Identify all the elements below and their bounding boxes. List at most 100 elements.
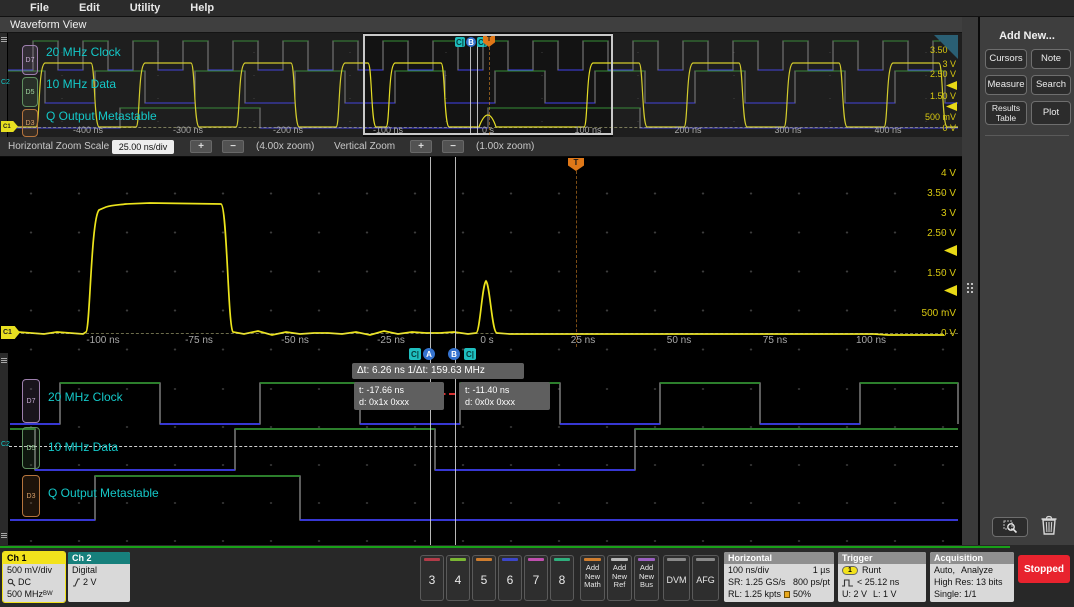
cursor-a-time: t: -17.66 ns <box>359 385 405 395</box>
ch2-threshold-row: 2 V <box>68 576 130 588</box>
cursor-chip[interactable]: C| <box>409 348 421 360</box>
h-zoom-minus-button[interactable]: − <box>222 140 244 153</box>
overview-d3-badge[interactable]: D3 <box>22 109 38 137</box>
horizontal-window: 1 µs <box>812 565 830 575</box>
acquisition-badge[interactable]: Acquisition Auto, Analyze High Res: 13 b… <box>930 552 1014 602</box>
note-button[interactable]: Note <box>1031 49 1071 69</box>
plot-button[interactable]: Plot <box>1031 101 1071 125</box>
menu-file[interactable]: File <box>30 2 49 14</box>
d3-badge[interactable]: D3 <box>22 475 40 517</box>
cursor-b-chip[interactable]: B <box>448 348 460 360</box>
trigger-condition: < 25.12 ns <box>857 577 900 587</box>
probe-icon <box>7 578 16 586</box>
afg-button[interactable]: AFG <box>692 555 719 601</box>
dvm-stripe <box>667 558 686 561</box>
ch1-waveform <box>7 202 944 336</box>
overview-cursor-b-chip[interactable]: B <box>466 37 476 47</box>
cursor-delta-readout: Δt: 6.26 ns 1/Δt: 159.63 MHz <box>352 363 524 379</box>
bandwidth-suffix: BW <box>43 591 53 597</box>
overview-cursor-b-line[interactable] <box>477 39 478 135</box>
oscilloscope-screen: File Edit Utility Help Waveform View C| … <box>0 0 1074 607</box>
ch5-button[interactable]: 5 <box>472 555 496 601</box>
cursor-b-time: t: -11.40 ns <box>465 385 510 395</box>
overview-time-label: 200 ns <box>674 125 702 135</box>
stopped-button[interactable]: Stopped <box>1018 555 1070 583</box>
d5-badge[interactable]: D5 <box>22 427 40 469</box>
ch1-scale: 500 mV/div <box>7 565 53 575</box>
trash-icon <box>1041 515 1057 535</box>
overview-volt-label: 2.50 V <box>929 69 956 79</box>
overview-group-label: C2 <box>1 79 10 86</box>
position-flag-icon <box>784 590 791 598</box>
trigger-position-line <box>576 171 577 347</box>
acquisition-title: Acquisition <box>930 552 1014 564</box>
volt-label: 4 V <box>940 168 956 179</box>
ch6-label: 6 <box>506 573 514 587</box>
cursors-button[interactable]: Cursors <box>985 49 1027 69</box>
add-new-math-button[interactable]: Add New Math <box>580 555 605 601</box>
time-label: -25 ns <box>377 335 405 346</box>
clock-label: 20 MHz Clock <box>48 390 123 404</box>
overview-volt-label: 3 V <box>942 59 956 69</box>
overview-d7-badge[interactable]: D7 <box>22 45 38 75</box>
d7-badge[interactable]: D7 <box>22 379 40 423</box>
ch3-button[interactable]: 3 <box>420 555 444 601</box>
overview-volt-label: 500 mV <box>924 112 956 122</box>
ch1-badge[interactable]: Ch 1 500 mV/div DC 500 MHz BW <box>2 551 66 603</box>
ch1-bandwidth: 500 MHz <box>7 589 44 599</box>
horizontal-position: 50% <box>793 589 812 599</box>
ch6-button[interactable]: 6 <box>498 555 522 601</box>
ch8-button[interactable]: 8 <box>550 555 574 601</box>
waveform-view-tab[interactable]: Waveform View <box>10 17 962 33</box>
ch3-label: 3 <box>428 573 436 587</box>
zoom-toolbar: Horizontal Zoom Scale 25.00 ns/div + − (… <box>0 137 962 157</box>
ch4-button[interactable]: 4 <box>446 555 470 601</box>
runt-pulse-icon <box>842 578 853 587</box>
ch5-label: 5 <box>480 573 488 587</box>
zoom-mode-button[interactable] <box>992 517 1028 537</box>
panel-splitter[interactable] <box>962 17 978 545</box>
horizontal-scale: 100 ns/div <box>728 565 770 575</box>
horizontal-badge[interactable]: Horizontal 100 ns/div 1 µs SR: 1.25 GS/s… <box>724 552 834 602</box>
overview-cursor-chip[interactable]: C| <box>455 37 465 47</box>
overview-d5-badge[interactable]: D5 <box>22 77 38 107</box>
measure-button[interactable]: Measure <box>985 75 1027 95</box>
ch2-badge[interactable]: Ch 2 Digital 2 V <box>68 552 130 602</box>
acquisition-analyze: Analyze <box>961 565 994 575</box>
overview-clock-label: 20 MHz Clock <box>46 45 121 59</box>
overview-volt-label: 1.50 V <box>929 91 956 101</box>
menu-edit[interactable]: Edit <box>79 2 100 14</box>
ch1-coupling-row: DC <box>3 576 65 588</box>
search-button[interactable]: Search <box>1031 75 1071 95</box>
zoom-window[interactable] <box>363 34 613 135</box>
zoom-triangle-icon[interactable] <box>934 35 958 59</box>
trigger-source-chip: 1 <box>842 565 858 575</box>
ch7-button[interactable]: 7 <box>524 555 548 601</box>
results-table-button[interactable]: Results Table <box>985 101 1027 125</box>
h-zoom-plus-button[interactable]: + <box>190 140 212 153</box>
dvm-button[interactable]: DVM <box>663 555 690 601</box>
trash-button[interactable] <box>1040 515 1058 541</box>
time-label: 0 s <box>480 335 494 346</box>
cursor-chip[interactable]: C| <box>464 348 476 360</box>
menu-help[interactable]: Help <box>190 2 214 14</box>
menu-utility[interactable]: Utility <box>130 2 161 14</box>
add-new-ref-button[interactable]: Add New Ref <box>607 555 632 601</box>
math-color-stripe <box>584 558 601 561</box>
cursor-a-chip[interactable]: A <box>423 348 435 360</box>
acquisition-detail: High Res: 13 bits <box>934 577 1003 587</box>
overview-cursor-a-line[interactable] <box>470 39 471 135</box>
view-tab-strip: Waveform View <box>0 17 962 33</box>
v-zoom-minus-button[interactable]: − <box>442 140 464 153</box>
data-label: 10 MHz Data <box>48 440 119 454</box>
overview-trigger-line <box>489 47 490 135</box>
cursor-a-readout: t: -17.66 ns d: 0x1x 0xxx <box>354 382 444 410</box>
overview-time-label: -200 ns <box>272 125 304 135</box>
cursor-a-data: d: 0x1x 0xxx <box>359 397 410 407</box>
data-row-dashed-line <box>9 446 958 447</box>
magnifier-icon <box>1003 520 1017 534</box>
trigger-badge[interactable]: Trigger 1 Runt < 25.12 ns U: 2 V L: 1 V <box>838 552 926 602</box>
zoom-scale-value[interactable]: 25.00 ns/div <box>112 140 174 154</box>
add-new-bus-button[interactable]: Add New Bus <box>634 555 659 601</box>
v-zoom-plus-button[interactable]: + <box>410 140 432 153</box>
